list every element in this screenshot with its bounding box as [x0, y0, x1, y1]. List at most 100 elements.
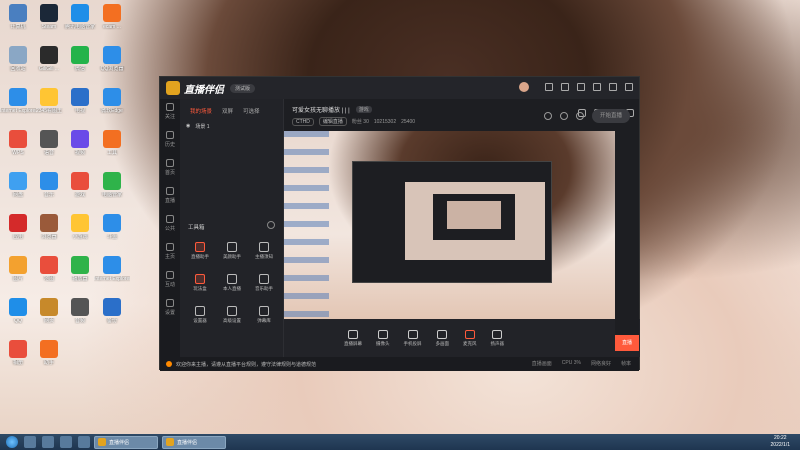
- taskbar-pin-4[interactable]: [78, 436, 90, 448]
- sidebar-item[interactable]: 设置: [160, 295, 180, 323]
- room-id: 10215302: [373, 118, 397, 125]
- desktop-icon[interactable]: 电脑管家: [94, 172, 130, 212]
- title-bar: 直播伴侣 测试版: [160, 77, 639, 99]
- source-button[interactable]: 多画面: [436, 329, 449, 347]
- tool-icon: [195, 306, 205, 316]
- taskbar-pin-2[interactable]: [42, 436, 54, 448]
- desktop-icon[interactable]: 微软Edge: [94, 88, 130, 128]
- toolbox-item[interactable]: 高级设置: [216, 303, 248, 331]
- tool-label: 音乐助手: [255, 286, 273, 291]
- toolbox-add-icon[interactable]: [267, 221, 275, 229]
- live-hot-button[interactable]: 直播: [615, 335, 639, 351]
- taskbar-pin-1[interactable]: [24, 436, 36, 448]
- toolbox-item[interactable]: 音乐助手: [248, 271, 280, 299]
- user-avatar[interactable]: [519, 82, 529, 92]
- tool-icon: [259, 306, 269, 316]
- scene-row[interactable]: ◉ 场景 1: [180, 119, 283, 134]
- toolbox-item[interactable]: 本人直播: [216, 271, 248, 299]
- toolbox-item[interactable]: 玩法盒: [184, 271, 216, 299]
- settings-icon[interactable]: [577, 83, 585, 91]
- app-icon: [71, 130, 89, 148]
- panel-tab[interactable]: 可选择: [243, 107, 260, 115]
- source-label: 直播屏幕: [344, 340, 362, 346]
- toolbox-item[interactable]: 美颜助手: [216, 239, 248, 267]
- stream-preview[interactable]: [284, 131, 619, 319]
- eye-icon[interactable]: ◉: [186, 123, 190, 130]
- desktop-icon[interactable]: 游戏: [62, 172, 98, 212]
- start-live-button[interactable]: 开始直播: [592, 109, 630, 123]
- gift-icon[interactable]: [561, 83, 569, 91]
- sidebar-item[interactable]: 主页: [160, 239, 180, 267]
- taskbar-task-2[interactable]: 直播伴侣: [162, 435, 226, 449]
- app-icon: [103, 172, 121, 190]
- desktop-icon[interactable]: 备份: [94, 298, 130, 338]
- taskbar-pin-3[interactable]: [60, 436, 72, 448]
- sidebar-item[interactable]: 公共: [160, 211, 180, 239]
- taskbar-task-1[interactable]: 直播伴侣: [94, 435, 158, 449]
- panel-tab[interactable]: 双屏: [222, 107, 233, 115]
- start-button[interactable]: [6, 436, 18, 448]
- desktop-icon[interactable]: 电视: [62, 88, 98, 128]
- source-label: 扬声器: [490, 340, 505, 346]
- desktop-icon-label: 微软Edge: [101, 108, 123, 114]
- tool-label: 主播须知: [255, 254, 273, 259]
- sidebar-item-label: 首页: [164, 170, 175, 176]
- desktop-icon[interactable]: 播放器: [62, 256, 98, 296]
- app-icon: [103, 46, 121, 64]
- desktop-icon[interactable]: 微信: [62, 46, 98, 86]
- toolbox-item[interactable]: 直播助手: [184, 239, 216, 267]
- desktop-icon[interactable]: 小游戏: [62, 214, 98, 254]
- source-button[interactable]: 直播屏幕: [344, 329, 362, 347]
- desktop-icon[interactable]: 视频: [62, 130, 98, 170]
- camera-toggle-icon[interactable]: [544, 112, 552, 120]
- toolbox-item[interactable]: 弹幕库: [248, 303, 280, 331]
- fans-count: 粉丝 30: [351, 119, 369, 125]
- sidebar-item-label: 互动: [164, 282, 175, 288]
- app-icon: [40, 340, 58, 358]
- source-button[interactable]: 麦克风: [463, 329, 477, 347]
- sidebar-item[interactable]: 互动: [160, 267, 180, 295]
- desktop-icon[interactable]: QQ浏览器: [94, 46, 130, 86]
- sidebar-item[interactable]: 首页: [160, 155, 180, 183]
- message-icon[interactable]: [545, 83, 553, 91]
- minimize-icon[interactable]: [593, 83, 601, 91]
- panel-tab[interactable]: 我的场景: [190, 107, 212, 115]
- tool-label: 高级设置: [223, 318, 241, 323]
- maximize-icon[interactable]: [609, 83, 617, 91]
- status-item: 帧率: [620, 361, 631, 367]
- toolbox-item[interactable]: 设置器: [184, 303, 216, 331]
- app-icon: [9, 340, 27, 358]
- desktop-icon[interactable]: 音频: [62, 298, 98, 338]
- close-icon[interactable]: [625, 83, 633, 91]
- desktop-icon[interactable]: 腾讯电脑管家: [62, 4, 98, 44]
- room-title[interactable]: 可爱女孩无聊播放 | | |: [292, 105, 350, 114]
- sidebar-item-label: 关注: [164, 114, 175, 120]
- sidebar-item[interactable]: 历史: [160, 127, 180, 155]
- toolbox-item[interactable]: 主播须知: [248, 239, 280, 267]
- desktop-icon[interactable]: 斗鱼: [94, 214, 130, 254]
- source-button[interactable]: 手机投屏: [404, 329, 422, 347]
- source-button[interactable]: 摄像头: [376, 329, 390, 347]
- toolbox-title: 工具箱: [188, 225, 205, 231]
- app-icon: [103, 298, 121, 316]
- desktop-icon[interactable]: ecam ...: [94, 4, 130, 44]
- desktop-icon-label: ecam ...: [103, 24, 121, 30]
- edit-tag[interactable]: 编辑直播: [318, 117, 347, 126]
- source-icon: [437, 329, 448, 339]
- system-clock[interactable]: 20:22 2022/1/1: [771, 435, 790, 449]
- source-icon: [464, 329, 475, 339]
- desktop-icon[interactable]: Internet Explorer: [94, 256, 130, 296]
- tool-icon: [195, 242, 205, 252]
- desktop-icon-label: 备份: [106, 318, 117, 324]
- eye-toggle-icon[interactable]: [560, 112, 568, 120]
- app-icon: [40, 256, 58, 274]
- desktop-icon[interactable]: 助手: [31, 340, 67, 380]
- tool-label: 玩法盒: [193, 286, 207, 291]
- gear-icon[interactable]: [576, 112, 584, 120]
- desktop-icon[interactable]: 工具: [94, 130, 130, 170]
- sidebar-item[interactable]: 直播: [160, 183, 180, 211]
- quality-tag[interactable]: CTHD: [292, 117, 314, 126]
- sidebar-item[interactable]: 关注: [160, 99, 180, 127]
- source-button[interactable]: 扬声器: [490, 329, 505, 347]
- room-category[interactable]: 游戏: [355, 106, 372, 113]
